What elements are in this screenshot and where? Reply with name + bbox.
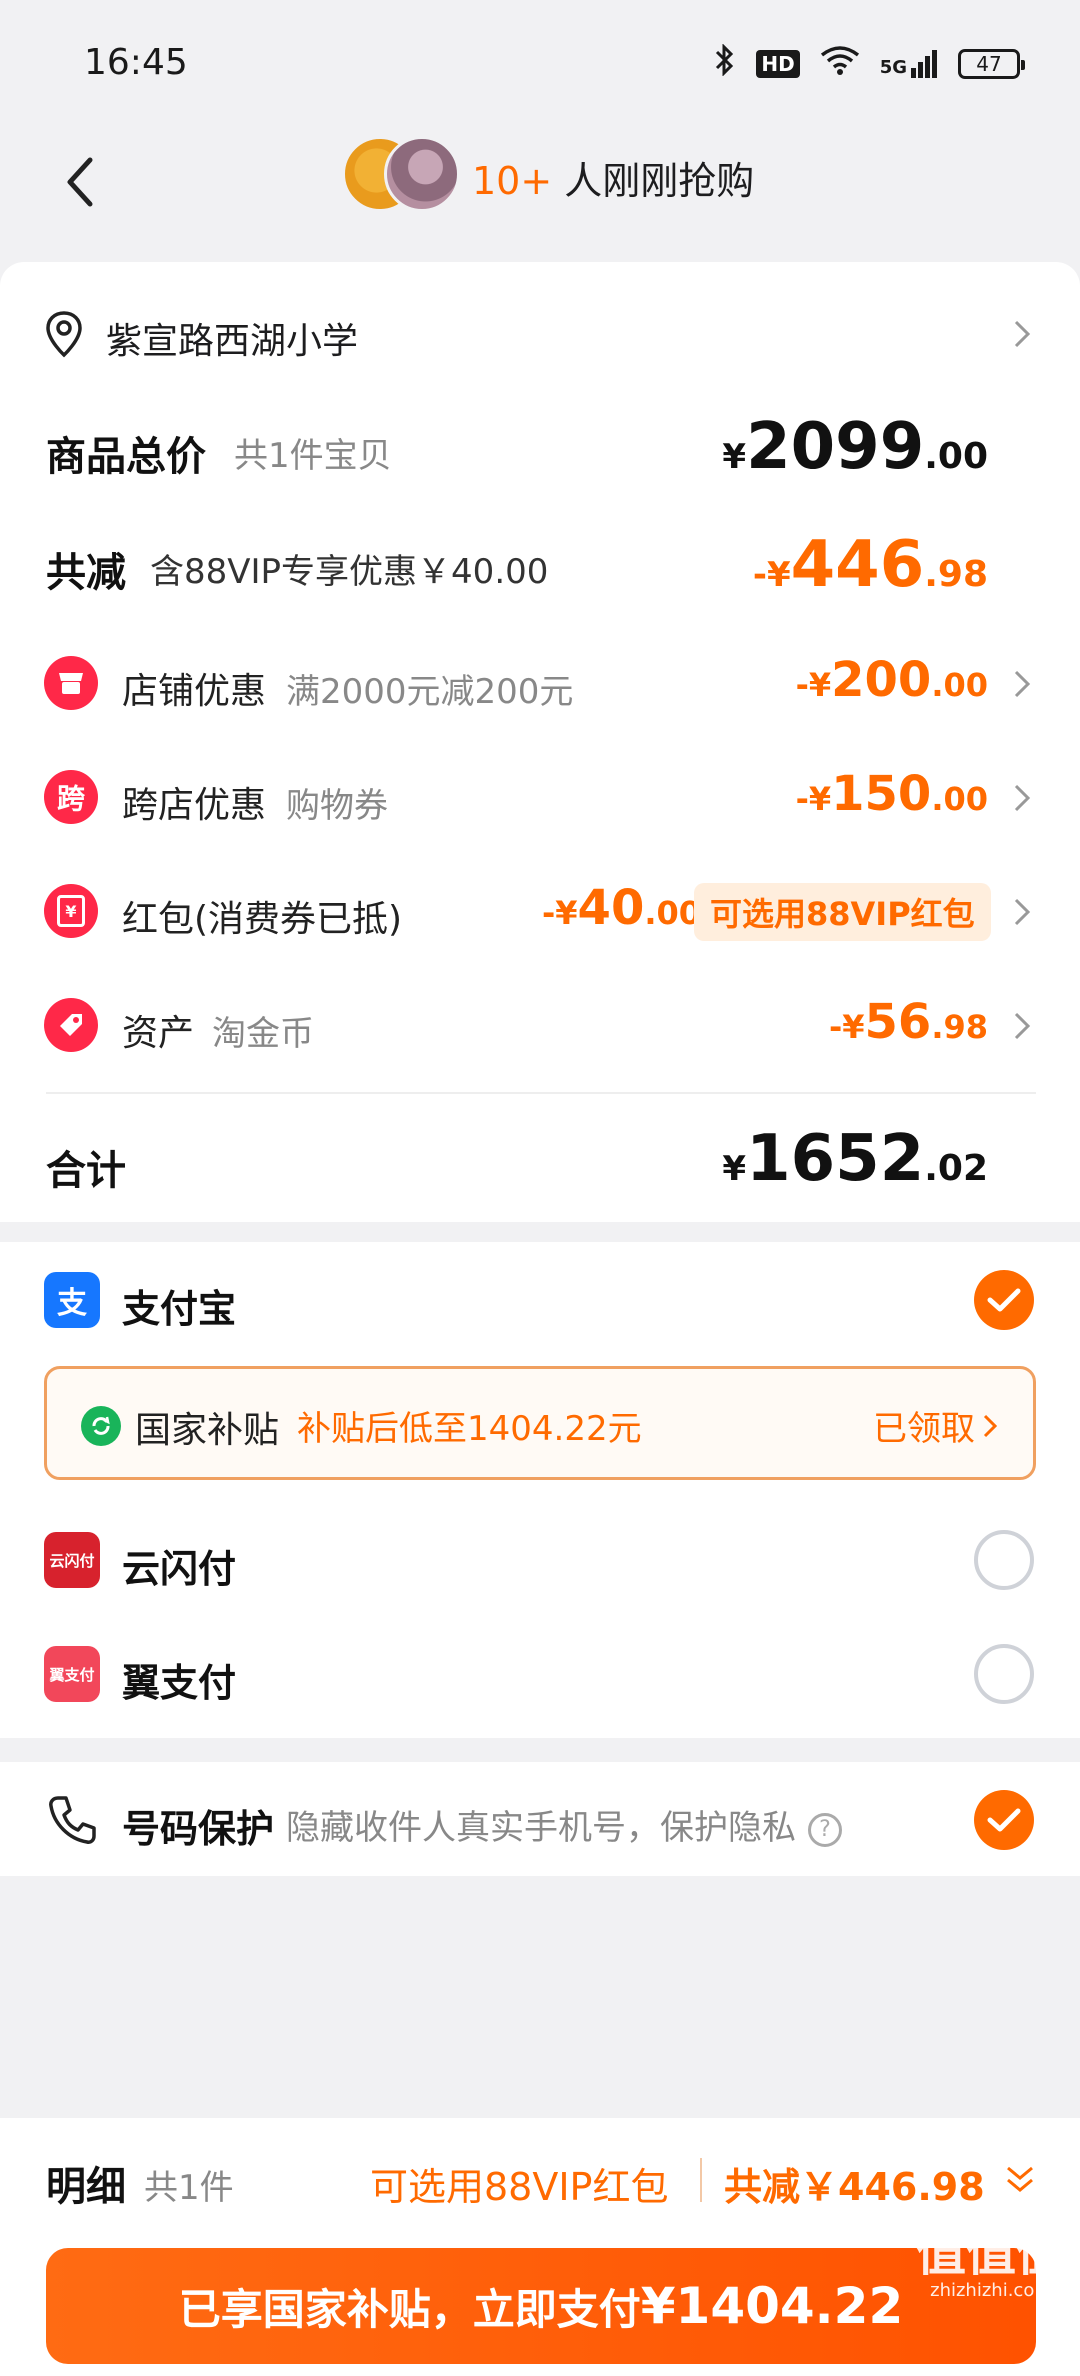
tag-icon xyxy=(44,998,98,1052)
status-bar: 16:45 HD 5G 47 xyxy=(0,0,1080,120)
subsidy-title: 国家补贴 xyxy=(135,1410,280,1451)
privacy-label: 号码保护 xyxy=(122,1807,275,1851)
discount-desc: 满2000元减200元 xyxy=(286,672,574,712)
payment-methods-card: 支 支付宝 国家补贴 补贴后低至1404.22元 已领取 云闪付 云闪付 翼支付 xyxy=(0,1242,1080,1738)
pay-now-button[interactable]: 已享国家补贴，立即支付 ¥1404.22 xyxy=(46,2248,1036,2364)
discount-row-store[interactable]: 店铺优惠 满2000元减200元 -¥200.00 xyxy=(0,648,1080,720)
goods-total-amount: ¥2099.00 xyxy=(722,410,988,484)
store-discount-icon xyxy=(44,656,98,710)
unionpay-icon: 云闪付 xyxy=(44,1532,100,1588)
address-text: 紫宣路西湖小学 xyxy=(106,321,359,362)
discount-amount: -¥56.98 xyxy=(828,994,988,1050)
payment-option-alipay[interactable]: 支 支付宝 xyxy=(0,1264,1080,1336)
signal-icon: 5G xyxy=(880,50,938,78)
status-icons: HD 5G 47 xyxy=(714,43,1025,84)
discount-label: 店铺优惠 xyxy=(122,671,267,712)
wifi-icon xyxy=(820,45,860,83)
discount-row-assets[interactable]: 资产 淘金币 -¥56.98 xyxy=(0,990,1080,1062)
goods-count: 共1件宝贝 xyxy=(234,436,392,476)
chevron-right-icon xyxy=(1010,780,1034,816)
buyers-count: 10+ xyxy=(472,159,553,203)
reduce-label: 共减 xyxy=(46,550,126,596)
cross-store-icon: 跨 xyxy=(44,770,98,824)
chevron-right-icon xyxy=(1010,666,1034,702)
goods-total-row: 商品总价 共1件宝贝 ¥2099.00 xyxy=(0,410,1080,490)
total-row: 合计 ¥1652.02 xyxy=(0,1122,1080,1206)
payment-label: 云闪付 xyxy=(122,1547,237,1591)
alipay-icon: 支 xyxy=(44,1272,100,1328)
payment-label: 支付宝 xyxy=(122,1287,237,1331)
discount-label: 红包(消费券已抵) xyxy=(122,899,403,940)
reduce-row: 共减 含88VIP专享优惠￥40.00 -¥446.98 xyxy=(0,528,1080,608)
watermark-logo: 值值值 zhizhizhi.com xyxy=(916,2224,1066,2301)
checkout-screen: 16:45 HD 5G 47 10+ 人刚刚抢购 紫宣路西湖小学 商品总价 共1… xyxy=(0,0,1080,2376)
payment-label: 翼支付 xyxy=(122,1661,237,1705)
chevron-right-icon xyxy=(1010,1008,1034,1044)
pay-button-amount: ¥1404.22 xyxy=(640,2277,904,2335)
discount-row-red-packet[interactable]: ¥ 红包(消费券已抵) -¥40.00 可选用88VIP红包 xyxy=(0,876,1080,948)
phone-icon xyxy=(49,1796,96,1844)
discount-amount: -¥40.00 xyxy=(542,880,702,936)
number-protection-row[interactable]: 号码保护 隐藏收件人真实手机号，保护隐私? xyxy=(0,1784,1080,1856)
divider xyxy=(700,2158,702,2202)
discount-label: 跨店优惠 xyxy=(122,785,267,826)
double-chevron-down-icon[interactable] xyxy=(1002,2162,1038,2198)
reduce-note: 含88VIP专享优惠￥40.00 xyxy=(150,552,549,592)
radio-unselected[interactable] xyxy=(974,1530,1034,1590)
bluetooth-icon xyxy=(714,43,736,84)
detail-count: 共1件 xyxy=(144,2168,234,2208)
privacy-card: 号码保护 隐藏收件人真实手机号，保护隐私? xyxy=(0,1762,1080,1876)
recent-buyers-text: 10+ 人刚刚抢购 xyxy=(472,150,754,205)
back-button[interactable] xyxy=(40,142,120,222)
checkmark-icon xyxy=(987,1808,1021,1832)
chevron-left-icon xyxy=(67,157,93,207)
chevron-right-icon xyxy=(983,1414,997,1437)
total-saved: 共减￥446.98 xyxy=(724,2165,985,2209)
privacy-desc: 隐藏收件人真实手机号，保护隐私? xyxy=(286,1800,842,1849)
pay-button-text: 已享国家补贴，立即支付 xyxy=(178,2284,641,2334)
radio-unselected[interactable] xyxy=(974,1644,1034,1704)
vip-hint[interactable]: 可选用88VIP红包 xyxy=(370,2156,668,2211)
national-subsidy-banner[interactable]: 国家补贴 补贴后低至1404.22元 已领取 xyxy=(44,1366,1036,1480)
divider xyxy=(46,1092,1036,1094)
discount-desc: 购物券 xyxy=(286,786,388,826)
battery-icon: 47 xyxy=(958,49,1025,79)
avatar xyxy=(384,136,460,212)
buyers-label: 人刚刚抢购 xyxy=(552,159,755,203)
discount-desc: 淘金币 xyxy=(212,1014,314,1054)
discount-row-cross-store[interactable]: 跨 跨店优惠 购物券 -¥150.00 xyxy=(0,762,1080,834)
help-icon[interactable]: ? xyxy=(808,1812,842,1847)
subsidy-desc: 补贴后低至1404.22元 xyxy=(297,1409,642,1449)
total-label: 合计 xyxy=(46,1148,126,1194)
chevron-right-icon xyxy=(1010,316,1034,352)
buyer-avatars xyxy=(342,136,460,212)
payment-option-unionpay[interactable]: 云闪付 云闪付 xyxy=(0,1524,1080,1596)
discount-amount: -¥150.00 xyxy=(795,766,988,822)
discount-label: 资产 xyxy=(122,1013,195,1054)
location-pin-icon xyxy=(46,311,82,358)
address-row[interactable]: 紫宣路西湖小学 xyxy=(0,302,1080,366)
hd-badge: HD xyxy=(756,50,800,78)
goods-total-label: 商品总价 xyxy=(46,434,206,480)
reduce-total-amount: -¥446.98 xyxy=(752,528,988,602)
discount-amount: -¥200.00 xyxy=(795,652,988,708)
privacy-toggle-checked[interactable] xyxy=(974,1790,1034,1850)
detail-label[interactable]: 明细 xyxy=(46,2154,126,2212)
page-header: 10+ 人刚刚抢购 xyxy=(0,120,1080,260)
checkmark-icon xyxy=(987,1288,1021,1312)
order-summary-card: 紫宣路西湖小学 商品总价 共1件宝贝 ¥2099.00 共减 含88VIP专享优… xyxy=(0,262,1080,1222)
vip-red-packet-pill[interactable]: 可选用88VIP红包 xyxy=(694,883,991,941)
refresh-icon xyxy=(81,1406,121,1446)
radio-selected[interactable] xyxy=(974,1270,1034,1330)
bestpay-icon: 翼支付 xyxy=(44,1646,100,1702)
red-packet-icon: ¥ xyxy=(44,884,98,938)
total-amount: ¥1652.02 xyxy=(722,1122,988,1196)
status-time: 16:45 xyxy=(84,42,188,83)
payment-option-bestpay[interactable]: 翼支付 翼支付 xyxy=(0,1638,1080,1710)
chevron-right-icon xyxy=(1010,894,1034,930)
subsidy-status[interactable]: 已领取 xyxy=(873,1401,997,1450)
